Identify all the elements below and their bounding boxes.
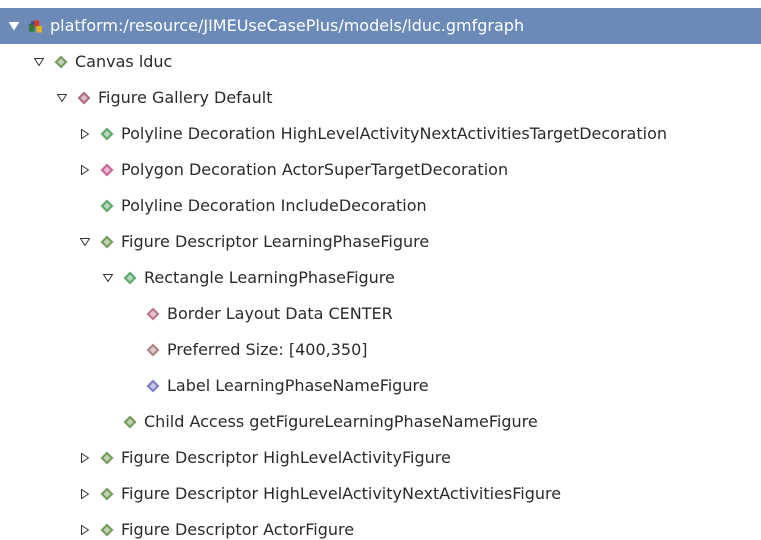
tree-twisty-expanded-icon[interactable] <box>33 56 45 68</box>
diamond-icon <box>145 343 160 358</box>
tree-row[interactable]: Label LearningPhaseNameFigure <box>0 368 761 404</box>
tree-root-label: platform:/resource/JIMEUseCasePlus/model… <box>50 16 525 35</box>
tree-twisty-expanded-icon[interactable] <box>56 92 68 104</box>
tree-node-label: Polygon Decoration ActorSuperTargetDecor… <box>121 160 509 179</box>
tree-node-label: Border Layout Data CENTER <box>167 304 393 323</box>
tree-node-label: Canvas lduc <box>75 52 173 71</box>
diamond-icon <box>99 451 114 466</box>
diamond-icon <box>145 379 160 394</box>
tree-node-label: Figure Descriptor LearningPhaseFigure <box>121 232 430 251</box>
tree-row[interactable]: Figure Descriptor ActorFigure <box>0 512 761 540</box>
tree-twisty-collapsed-icon[interactable] <box>79 488 91 500</box>
tree-row[interactable]: Figure Descriptor HighLevelActivityFigur… <box>0 440 761 476</box>
diamond-icon <box>145 307 160 322</box>
tree-row[interactable]: Border Layout Data CENTER <box>0 296 761 332</box>
tree-twisty-expanded-icon[interactable] <box>79 236 91 248</box>
tree-node-label: Figure Descriptor ActorFigure <box>121 520 355 539</box>
tree-twisty-collapsed-icon[interactable] <box>79 452 91 464</box>
diamond-icon <box>122 271 137 286</box>
tree-node-label: Figure Descriptor HighLevelActivityFigur… <box>121 448 451 467</box>
tree-twisty-expanded-icon[interactable] <box>8 20 20 32</box>
tree-twisty-collapsed-icon[interactable] <box>79 128 91 140</box>
tree-row[interactable]: Polygon Decoration ActorSuperTargetDecor… <box>0 152 761 188</box>
tree-node-label: Rectangle LearningPhaseFigure <box>144 268 395 287</box>
tree-node-label: Polyline Decoration HighLevelActivityNex… <box>121 124 667 143</box>
diamond-icon <box>99 523 114 538</box>
tree-twisty-collapsed-icon[interactable] <box>79 164 91 176</box>
diamond-icon <box>122 415 137 430</box>
diamond-icon <box>99 487 114 502</box>
tree-row[interactable]: Preferred Size: [400,350] <box>0 332 761 368</box>
model-tree: platform:/resource/JIMEUseCasePlus/model… <box>0 0 761 540</box>
tree-row[interactable]: Figure Descriptor HighLevelActivityNextA… <box>0 476 761 512</box>
tree-node-label: Figure Descriptor HighLevelActivityNextA… <box>121 484 562 503</box>
diamond-icon <box>53 55 68 70</box>
tree-row[interactable]: Rectangle LearningPhaseFigure <box>0 260 761 296</box>
diamond-icon <box>76 91 91 106</box>
tree-node-label: Label LearningPhaseNameFigure <box>167 376 429 395</box>
tree-node-label: Figure Gallery Default <box>98 88 273 107</box>
tree-row[interactable]: Child Access getFigureLearningPhaseNameF… <box>0 404 761 440</box>
tree-row[interactable]: Figure Descriptor LearningPhaseFigure <box>0 224 761 260</box>
tree-root-row[interactable]: platform:/resource/JIMEUseCasePlus/model… <box>0 8 761 44</box>
tree-twisty-collapsed-icon[interactable] <box>79 524 91 536</box>
tree-row[interactable]: Polyline Decoration HighLevelActivityNex… <box>0 116 761 152</box>
diamond-icon <box>99 199 114 214</box>
tree-row[interactable]: Canvas lduc <box>0 44 761 80</box>
diamond-icon <box>99 127 114 142</box>
tree-node-label: Preferred Size: [400,350] <box>167 340 368 359</box>
tree-twisty-expanded-icon[interactable] <box>102 272 114 284</box>
tree-row[interactable]: Polyline Decoration IncludeDecoration <box>0 188 761 224</box>
diamond-icon <box>99 235 114 250</box>
gmfgraph-resource-icon <box>28 19 43 34</box>
tree-node-label: Polyline Decoration IncludeDecoration <box>121 196 427 215</box>
diamond-icon <box>99 163 114 178</box>
tree-row[interactable]: Figure Gallery Default <box>0 80 761 116</box>
tree-node-label: Child Access getFigureLearningPhaseNameF… <box>144 412 538 431</box>
